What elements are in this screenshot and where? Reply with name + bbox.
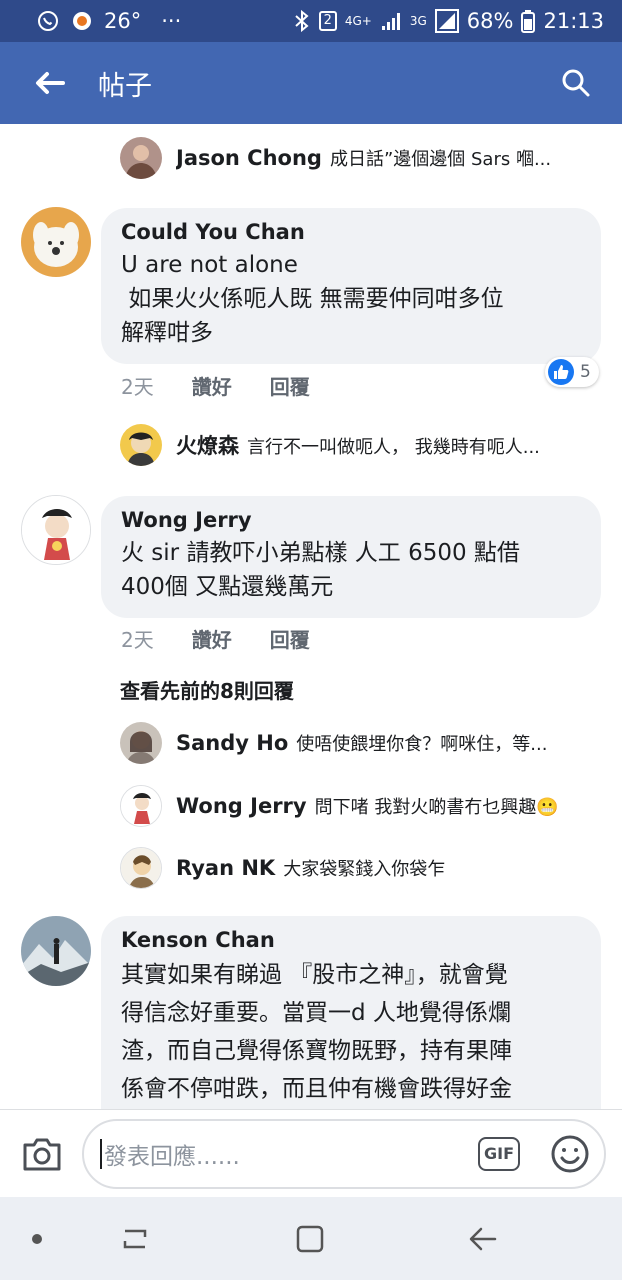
reaction-number: 5 [580,362,591,382]
comment-text: U are not alone 如果火火係呃人既 無需要仲同咁多位 解釋咁多 [121,252,504,346]
battery-icon [521,9,536,33]
system-navigation-bar [0,1197,622,1280]
temperature: 26° [104,9,142,33]
avatar[interactable] [120,424,162,466]
comment-author[interactable]: Kenson Chan [121,928,581,952]
avatar[interactable] [120,137,162,179]
reply-author[interactable]: Sandy Ho [176,731,288,755]
battery-percent: 68% [466,9,514,33]
like-button[interactable]: 讚好 [192,624,232,653]
comment-actions: 2天 讚好 回覆 [121,624,310,653]
avatar[interactable] [21,916,91,986]
avatar[interactable] [21,207,91,277]
reply-preview[interactable]: Sandy Ho 使唔使餵埋你食？啊咪住，等... [120,722,600,764]
reply-preview[interactable]: Ryan NK 大家袋緊錢入你袋乍 [120,847,600,889]
text-caret [100,1138,102,1169]
comment-bubble[interactable]: Could You Chan U are not alone 如果火火係呃人既 … [101,208,601,364]
clock: 21:13 [543,9,604,33]
comment-author[interactable]: Wong Jerry [121,508,581,532]
avatar[interactable] [120,847,162,889]
avatar[interactable] [120,722,162,764]
comment-time: 2天 [121,375,154,399]
more-notifications-icon: ··· [161,9,182,33]
gif-button[interactable]: GIF [478,1136,520,1171]
home-icon[interactable] [290,1219,330,1259]
network-3g-label: 3G [409,14,427,28]
reply-button[interactable]: 回覆 [270,371,310,400]
comments-list: Jason Chong 成日話”邊個邊個 Sars 嗰... Could You … [0,124,622,1109]
reaction-count[interactable]: 5 [545,357,599,387]
whatsapp-icon [36,9,60,33]
weather-app-icon [70,9,94,33]
page-title: 帖子 [98,70,152,102]
arrow-left-icon[interactable] [30,63,70,103]
comment-time: 2天 [121,628,154,652]
reply-author[interactable]: 火燎森 [176,434,239,458]
avatar[interactable] [21,495,91,565]
comment-text: 其實如果有睇過 『股市之神』，就會覺 得信念好重要。當買一d 人地覺得係爛 渣，… [121,962,512,1102]
reply-snippet: 成日話”邊個邊個 Sars 嗰... [329,149,552,170]
comment-actions: 2天 讚好 回覆 [121,371,310,400]
reply-author[interactable]: Wong Jerry [176,794,307,818]
thumbs-up-icon [548,359,574,385]
sim-badge: 2 [318,11,337,31]
back-nav-icon[interactable] [463,1219,503,1259]
emoji-icon[interactable] [550,1134,590,1174]
reply-author[interactable]: Jason Chong [176,146,322,170]
view-previous-replies-link[interactable]: 查看先前的8則回覆 [120,675,294,704]
comment-input[interactable]: 發表回應...... GIF [82,1118,606,1189]
avatar[interactable] [120,785,162,827]
comment-placeholder: 發表回應...... [104,1143,240,1170]
reply-preview[interactable]: Jason Chong 成日話”邊個邊個 Sars 嗰... [120,137,590,179]
bluetooth-icon [293,9,311,33]
app-bar: 帖子 [0,42,622,124]
dot-icon[interactable] [17,1219,57,1259]
comment-bubble[interactable]: Kenson Chan 其實如果有睇過 『股市之神』，就會覺 得信念好重要。當買… [101,916,601,1109]
reply-button[interactable]: 回覆 [270,624,310,653]
reply-preview[interactable]: Wong Jerry 問下啫 我對火啲書冇乜興趣😬 [120,785,600,827]
comment-text: 火 sir 請教吓小弟點樣 人工 6500 點借 400個 又點還幾萬元 [121,540,520,600]
status-bar: 26° ··· 2 4G+ 3G 68% 21:13 [0,0,622,42]
signal-icon-2 [434,9,459,33]
reply-snippet: 言行不一叫做呃人， 我幾時有呃人... [247,437,540,458]
reply-author[interactable]: Ryan NK [176,856,275,880]
comment-bubble[interactable]: Wong Jerry 火 sir 請教吓小弟點樣 人工 6500 點借 400個… [101,496,601,618]
comment-author[interactable]: Could You Chan [121,220,581,244]
like-button[interactable]: 讚好 [192,371,232,400]
search-icon[interactable] [556,63,596,103]
signal-icon [380,10,402,32]
reply-snippet: 問下啫 我對火啲書冇乜興趣😬 [314,797,559,818]
network-4g-label: 4G+ [344,14,372,28]
camera-icon[interactable] [20,1132,64,1176]
reply-preview[interactable]: 火燎森 言行不一叫做呃人， 我幾時有呃人... [120,424,600,466]
reply-snippet: 使唔使餵埋你食？啊咪住，等... [296,734,548,755]
recent-apps-icon[interactable] [115,1219,155,1259]
comment-composer: 發表回應...... GIF [0,1109,622,1197]
reply-snippet: 大家袋緊錢入你袋乍 [283,859,446,880]
